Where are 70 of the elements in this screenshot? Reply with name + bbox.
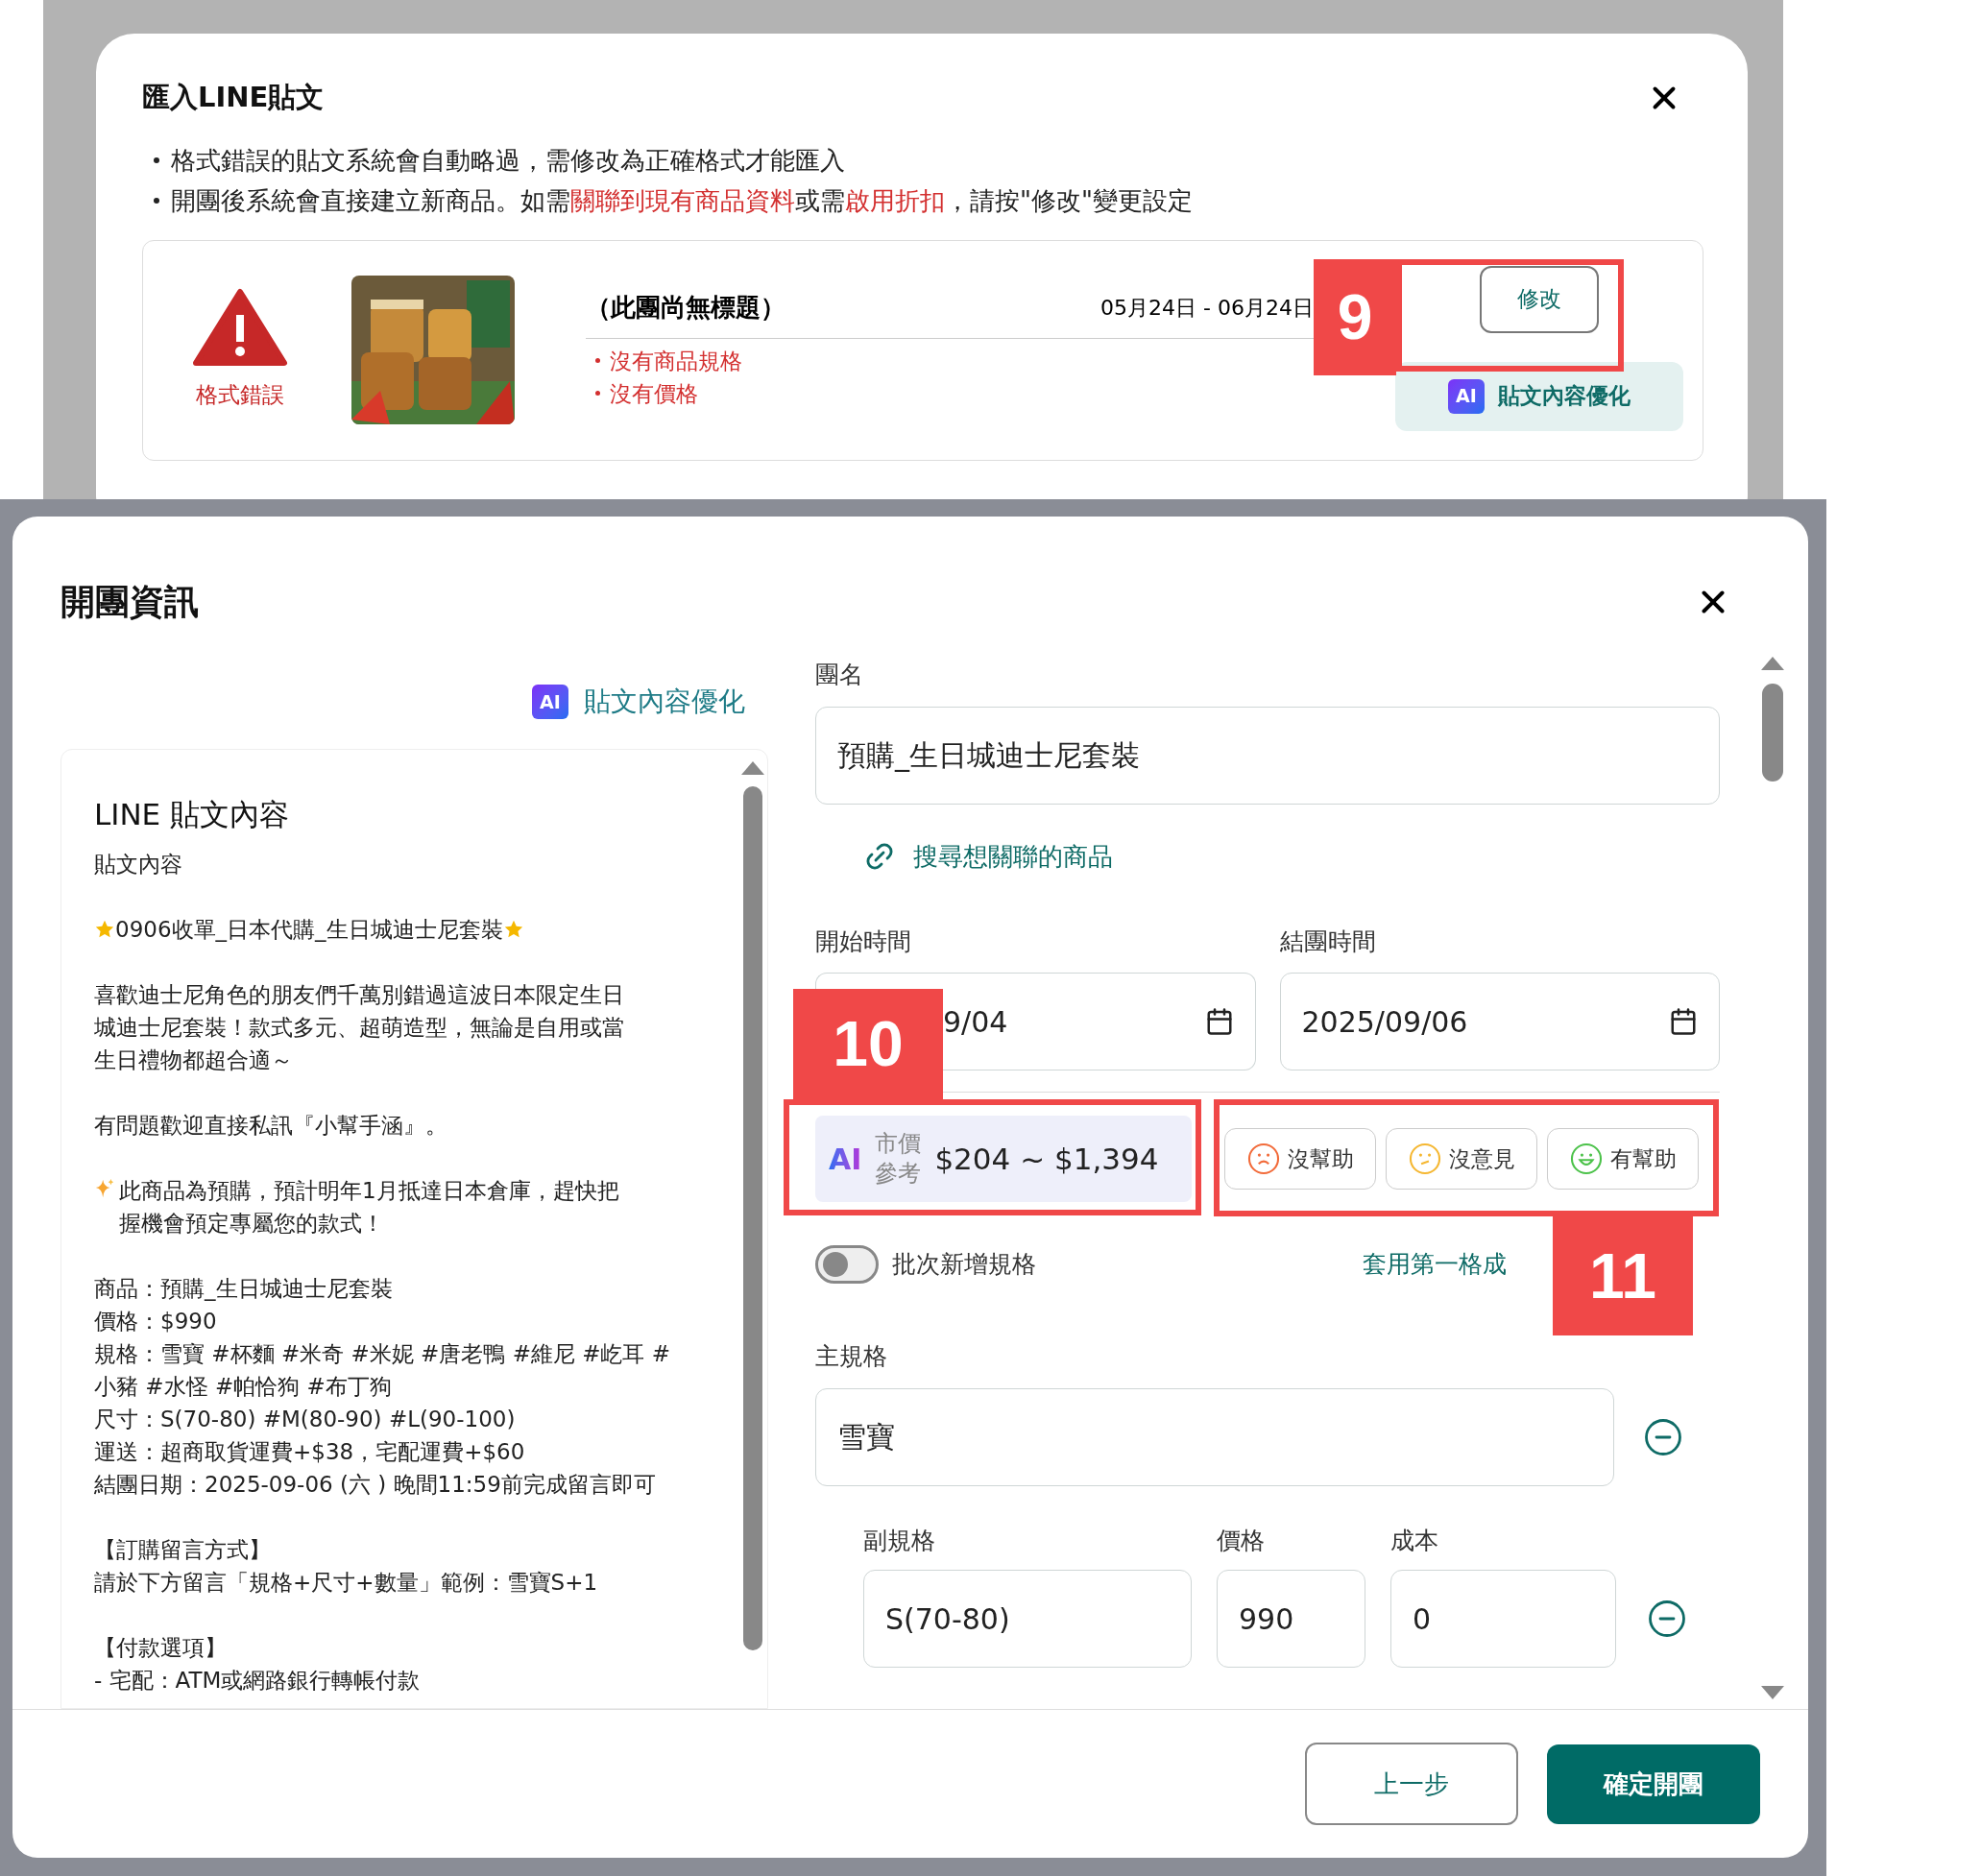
- remove-icon[interactable]: [1647, 1599, 1687, 1639]
- remove-icon[interactable]: [1643, 1416, 1683, 1457]
- post-text: 規格：雪寶 #杯麵 #米奇 #米妮 #唐老鴨 #維尼 #屹耳 #: [94, 1340, 672, 1368]
- group-name-field[interactable]: 預購_生日城迪士尼套裝: [815, 706, 1720, 805]
- price-label: 參考: [875, 1159, 922, 1189]
- field-label: 副規格: [863, 1525, 936, 1556]
- note-text: 開團後系統會直接建立新商品。如需關聯到現有商品資料或需啟用折扣，請按"修改"變更設定: [171, 184, 1193, 217]
- end-date-field[interactable]: 2025/09/06: [1279, 973, 1720, 1070]
- calendar-icon[interactable]: [1669, 1007, 1698, 1036]
- dialog-title: 匯入LINE貼文: [142, 80, 325, 115]
- post-text: 此商品為預購，預計明年1月抵達日本倉庫，趕快把: [119, 1177, 619, 1205]
- price-field[interactable]: 990: [1217, 1570, 1365, 1668]
- start-date-field[interactable]: 9/04: [943, 973, 1256, 1070]
- price-range: $204 ~ $1,394: [934, 1140, 1159, 1178]
- step-marker: 11: [1553, 1216, 1693, 1335]
- ai-badge: AI: [532, 685, 568, 719]
- dialog-title: 開團資訊: [60, 581, 199, 623]
- ai-badge: AI: [1448, 378, 1485, 414]
- optimize-link[interactable]: AI 貼文內容優化: [532, 682, 745, 722]
- field-label: 主規格: [815, 1341, 888, 1372]
- field-label: 成本: [1390, 1525, 1438, 1556]
- calendar-icon[interactable]: [1204, 1007, 1234, 1036]
- post-text: 0906收單_日本代購_生日城迪士尼套裝: [115, 916, 503, 944]
- post-text: 結團日期：2025-09-06 (六 ) 晚間11:59前完成留言即可: [94, 1471, 657, 1499]
- star-icon: [94, 919, 115, 940]
- main-spec-field[interactable]: 雪寶: [815, 1387, 1614, 1486]
- post-dates: 05月24日 - 06月24日: [1100, 294, 1314, 322]
- apply-link[interactable]: 套用第一格成: [1363, 1246, 1507, 1283]
- post-text: 生日禮物都超合適～: [94, 1046, 294, 1074]
- post-text: 喜歡迪士尼角色的朋友們千萬別錯過這波日本限定生日: [94, 981, 625, 1009]
- back-button[interactable]: 上一步: [1305, 1743, 1518, 1825]
- post-text: 運送：超商取貨運費+$38，宅配運費+$60: [94, 1438, 526, 1466]
- cost-field[interactable]: 0: [1390, 1570, 1616, 1668]
- feedback-button[interactable]: 沒意見: [1386, 1128, 1537, 1190]
- feedback-button[interactable]: 沒幫助: [1224, 1128, 1376, 1190]
- step-marker: 9: [1314, 259, 1396, 375]
- batch-toggle[interactable]: [815, 1245, 879, 1284]
- post-text: 小豬 #水怪 #帕恰狗 #布丁狗: [94, 1373, 393, 1401]
- optimize-button[interactable]: AI 貼文內容優化: [1395, 361, 1683, 431]
- step-marker: 10: [793, 989, 943, 1099]
- post-text: 握機會預定專屬您的款式！: [119, 1210, 385, 1238]
- post-text: 商品：預購_生日城迪士尼套裝: [94, 1275, 394, 1303]
- panel-title: LINE 貼文內容: [94, 798, 291, 830]
- error-text: 沒有價格: [610, 379, 698, 408]
- star-icon: [502, 919, 524, 940]
- post-text: 城迪士尼套裝！款式多元、超萌造型，無論是自用或當: [94, 1014, 625, 1042]
- post-text: 價格：$990: [94, 1308, 218, 1335]
- error-text: 沒有商品規格: [610, 347, 742, 375]
- post-text: 有問題歡迎直接私訊『小幫手涵』。: [94, 1112, 448, 1140]
- toggle-label: 批次新增規格: [892, 1249, 1036, 1281]
- warning-icon: [192, 288, 288, 368]
- post-text: 【付款選項】: [94, 1634, 228, 1662]
- field-label: 團名: [815, 660, 864, 690]
- confirm-button[interactable]: 確定開團: [1547, 1744, 1760, 1824]
- post-title: （此團尚無標題）: [586, 291, 785, 324]
- post-text: 【訂購留言方式】: [94, 1536, 272, 1564]
- post-text: - 宅配：ATM或網路銀行轉帳付款: [94, 1667, 422, 1695]
- price-label: 市價: [875, 1129, 922, 1159]
- field-label: 開始時間: [815, 926, 912, 957]
- field-label: 結團時間: [1279, 926, 1377, 957]
- status-label: 格式錯誤: [196, 381, 284, 410]
- note-text: 格式錯誤的貼文系統會自動略過，需修改為正確格式才能匯入: [171, 144, 845, 177]
- post-text: 貼文內容: [94, 851, 183, 878]
- feedback-button[interactable]: 有幫助: [1547, 1128, 1699, 1190]
- edit-button[interactable]: 修改: [1480, 265, 1599, 333]
- field-label: 價格: [1217, 1525, 1266, 1556]
- search-product-link[interactable]: 搜尋想關聯的商品: [863, 837, 1113, 876]
- sub-spec-field[interactable]: S(70-80): [863, 1570, 1192, 1668]
- post-text: 請於下方留言「規格+尺寸+數量」範例：雪寶S+1: [94, 1569, 599, 1597]
- post-text: 尺寸：S(70-80) #M(80-90) #L(90-100): [94, 1406, 517, 1433]
